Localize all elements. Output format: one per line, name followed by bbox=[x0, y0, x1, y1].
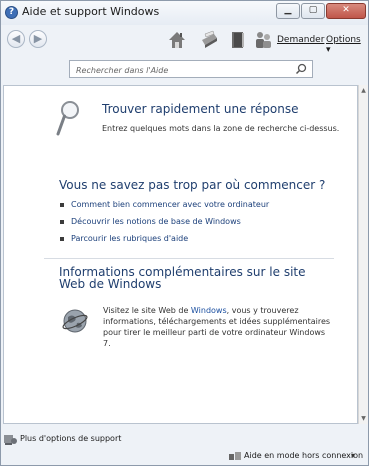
help-window: ? Aide et support Windows ▁ ▢ ✕ ◀ ▶ Dema… bbox=[0, 0, 369, 466]
getting-started-list: Comment bien commencer avec votre ordina… bbox=[59, 198, 269, 249]
more-info-text: Visitez le site Web de Windows, vous y t… bbox=[103, 306, 331, 348]
link-windows-basics[interactable]: Découvrir les notions de base de Windows bbox=[59, 215, 269, 232]
forward-arrow-icon: ▶ bbox=[33, 32, 43, 45]
quickfind-description: Entrez quelques mots dans la zone de rec… bbox=[102, 124, 340, 133]
forward-button[interactable]: ▶ bbox=[29, 30, 47, 48]
ask-people-icon[interactable] bbox=[253, 30, 273, 50]
minimize-icon: ▁ bbox=[284, 5, 292, 15]
vertical-scrollbar[interactable]: ▲ ▼ bbox=[358, 85, 368, 424]
link-browse-topics[interactable]: Parcourir les rubriques d'aide bbox=[59, 232, 269, 249]
globe-icon bbox=[62, 309, 88, 333]
back-arrow-icon: ◀ bbox=[11, 32, 21, 45]
print-icon[interactable] bbox=[199, 30, 219, 50]
window-title: Aide et support Windows bbox=[22, 5, 160, 18]
window-controls: ▁ ▢ ✕ bbox=[276, 3, 366, 19]
more-support-link[interactable]: Plus d'options de support bbox=[20, 434, 121, 443]
chevron-down-icon: ▾ bbox=[326, 45, 331, 55]
search-input[interactable] bbox=[74, 62, 288, 78]
maximize-icon: ▢ bbox=[308, 5, 318, 15]
back-button[interactable]: ◀ bbox=[7, 30, 25, 48]
status-bar: Aide en mode hors connexion ▾ bbox=[1, 449, 368, 465]
search-box[interactable] bbox=[69, 60, 313, 78]
search-icon[interactable] bbox=[295, 63, 307, 75]
maximize-button[interactable]: ▢ bbox=[301, 3, 325, 19]
chevron-down-icon[interactable]: ▾ bbox=[351, 451, 355, 460]
title-bar: ? Aide et support Windows ▁ ▢ ✕ bbox=[1, 1, 368, 25]
link-get-started[interactable]: Comment bien commencer avec votre ordina… bbox=[59, 198, 269, 215]
more-info-heading: Informations complémentaires sur le site… bbox=[59, 265, 306, 291]
support-bar: Plus d'options de support bbox=[1, 431, 368, 449]
help-mode-label[interactable]: Aide en mode hors connexion bbox=[244, 451, 363, 460]
minimize-button[interactable]: ▁ bbox=[276, 3, 300, 19]
windows-website-link[interactable]: Windows bbox=[191, 306, 227, 315]
home-icon[interactable] bbox=[167, 30, 187, 50]
browse-help-icon[interactable] bbox=[228, 30, 248, 50]
close-button[interactable]: ✕ bbox=[326, 3, 366, 19]
scroll-up-icon[interactable]: ▲ bbox=[359, 87, 368, 94]
quickfind-heading: Trouver rapidement une réponse bbox=[102, 102, 299, 116]
ask-link[interactable]: Demander bbox=[277, 35, 324, 45]
getting-started-heading: Vous ne savez pas trop par où commencer … bbox=[59, 178, 326, 192]
magnifier-icon bbox=[56, 101, 79, 136]
help-content: Trouver rapidement une réponse Entrez qu… bbox=[3, 85, 358, 424]
close-icon: ✕ bbox=[342, 5, 350, 15]
options-menu[interactable]: Options ▾ bbox=[326, 35, 368, 55]
offline-help-icon bbox=[229, 452, 241, 460]
section-divider bbox=[44, 258, 334, 259]
help-icon: ? bbox=[5, 6, 18, 19]
toolbar: ◀ ▶ Demander Options ▾ bbox=[1, 25, 368, 55]
search-bar bbox=[1, 55, 368, 85]
support-options-icon bbox=[4, 435, 17, 445]
scroll-down-icon[interactable]: ▼ bbox=[359, 415, 368, 422]
